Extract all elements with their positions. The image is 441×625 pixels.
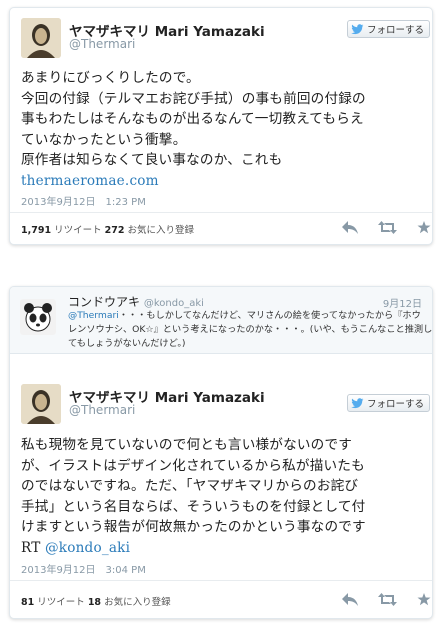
favorite-count[interactable]: 272 bbox=[105, 225, 125, 236]
tweet-stats: 81 リツイート 18 お気に入り登録 bbox=[21, 594, 171, 608]
tweet-text-line: 手拭」という名目ならば、そういうものを付録として付 bbox=[21, 498, 366, 515]
twitter-bird-icon bbox=[351, 23, 364, 34]
avatar[interactable] bbox=[21, 384, 61, 424]
divider bbox=[10, 212, 432, 213]
tweet-text-line: 事もわたしはそんなものが出るなんて一切教えてもらえ bbox=[21, 111, 364, 127]
favorite-label: お気に入り登録 bbox=[127, 225, 195, 236]
retweet-icon[interactable] bbox=[378, 593, 397, 606]
reply-avatar[interactable] bbox=[20, 299, 56, 335]
follow-button[interactable]: フォローする bbox=[347, 20, 431, 38]
retweet-count[interactable]: 81 bbox=[21, 597, 34, 608]
tweet-text-line: 原作者は知らなくて良い事なのか、これも bbox=[21, 152, 283, 168]
tweet-text-line: ていなかったという衝撃。 bbox=[21, 131, 187, 148]
tweet-card-1: ヤマザキマリ Mari Yamazaki @Thermari フォローする あま… bbox=[9, 7, 433, 245]
tweet-actions bbox=[342, 221, 431, 234]
tweet-text-line: が、イラストはデザイン化されているから私が描いたも bbox=[21, 457, 365, 474]
tweet-text-line: 今回の付録（テルマエお詫び手拭）の事も前回の付録の bbox=[21, 90, 366, 107]
favorite-count[interactable]: 18 bbox=[88, 597, 101, 608]
reply-author-name: コンドウアキ bbox=[68, 295, 141, 309]
retweet-icon[interactable] bbox=[378, 221, 397, 234]
tweet-text-line: けますという報告が何故無かったのかという事なのです bbox=[21, 519, 366, 535]
reply-text-line: ・・・もしかしてなんだけど、マリさんの絵を使ってなかったから『ホウ bbox=[118, 310, 421, 321]
rt-prefix: RT bbox=[21, 539, 45, 556]
retweet-label: リツイート bbox=[54, 225, 102, 236]
avatar-portrait-image bbox=[21, 384, 61, 424]
star-icon[interactable] bbox=[417, 593, 431, 606]
retweet-count[interactable]: 1,791 bbox=[21, 225, 51, 236]
reply-author[interactable]: コンドウアキ @kondo_aki bbox=[68, 293, 204, 310]
author-handle[interactable]: @Thermari bbox=[69, 37, 135, 51]
star-icon[interactable] bbox=[417, 221, 431, 234]
reply-text: @Thermari・・・もしかしてなんだけど、マリさんの絵を使ってなかったから『… bbox=[68, 309, 432, 351]
retweet-label: リツイート bbox=[37, 597, 85, 608]
tweet-timestamp[interactable]: 2013年9月12日 3:04 PM bbox=[21, 561, 146, 576]
follow-button[interactable]: フォローする bbox=[347, 394, 431, 412]
reply-author-handle: @kondo_aki bbox=[143, 298, 204, 309]
reply-text-line: レンソウナシ、OK☆』という考えになったのかな・・・。(いや、もうこんなこと推測… bbox=[68, 324, 433, 335]
reply-icon[interactable] bbox=[342, 593, 358, 606]
author-handle[interactable]: @Thermari bbox=[69, 403, 135, 417]
reply-timestamp[interactable]: 9月12日 bbox=[383, 295, 422, 310]
divider bbox=[10, 580, 432, 581]
tweet-text-line: 私も現物を見ていないので何とも言い様がないのです bbox=[21, 437, 353, 453]
in-reply-to-tweet[interactable]: コンドウアキ @kondo_aki 9月12日 @Thermari・・・もしかし… bbox=[10, 287, 432, 354]
tweet-actions bbox=[342, 593, 431, 606]
tweet-text-line: のではないですね。ただ、「ヤマザキマリからのお詫び bbox=[21, 478, 359, 494]
tweet-stats: 1,791 リツイート 272 お気に入り登録 bbox=[21, 222, 194, 236]
reply-icon[interactable] bbox=[342, 221, 358, 234]
twitter-bird-icon bbox=[351, 397, 364, 408]
tweet-text-line: あまりにびっくりしたので。 bbox=[21, 70, 200, 86]
tweet-card-2: コンドウアキ @kondo_aki 9月12日 @Thermari・・・もしかし… bbox=[9, 286, 433, 619]
follow-label: フォローする bbox=[367, 399, 425, 410]
reply-text-line: てもしょうがないんだけど。) bbox=[68, 338, 186, 349]
reply-mention-link[interactable]: @Thermari bbox=[68, 310, 119, 321]
tweet-timestamp[interactable]: 2013年9月12日 1:23 PM bbox=[21, 193, 146, 208]
follow-label: フォローする bbox=[367, 25, 425, 36]
tweet-text: あまりにびっくりしたので。 今回の付録（テルマエお詫び手拭）の事も前回の付録の … bbox=[21, 68, 366, 191]
favorite-label: お気に入り登録 bbox=[104, 597, 171, 608]
rt-mention-link[interactable]: @kondo_aki bbox=[45, 540, 130, 556]
avatar-portrait-image bbox=[21, 18, 61, 58]
avatar[interactable] bbox=[21, 18, 61, 58]
tweet-text: 私も現物を見ていないので何とも言い様がないのです が、イラストはデザイン化されて… bbox=[21, 435, 366, 558]
panda-avatar-image bbox=[20, 299, 56, 335]
tweet-link[interactable]: thermaeromae.com bbox=[21, 171, 366, 192]
